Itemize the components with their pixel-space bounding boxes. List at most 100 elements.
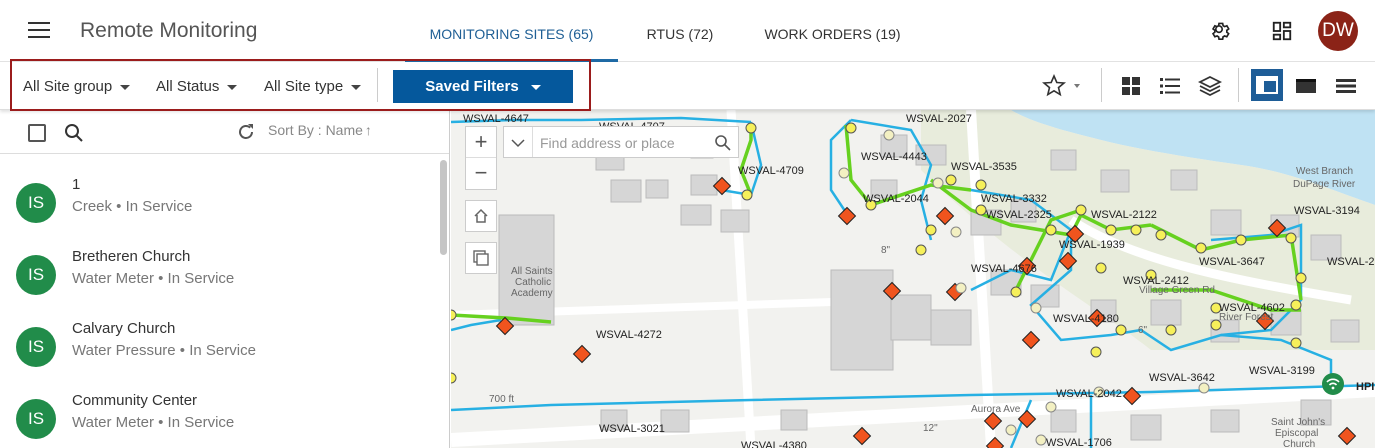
site-type-status: Creek • In Service xyxy=(72,198,193,215)
site-name: Community Center xyxy=(72,392,198,409)
list-item[interactable]: IS Bretheren Church Water Meter • In Ser… xyxy=(0,246,440,318)
svg-text:River Forest: River Forest xyxy=(1219,312,1274,323)
status-dropdown[interactable]: All Status xyxy=(156,78,238,95)
svg-text:Catholic: Catholic xyxy=(515,277,551,288)
site-type-label: All Site type xyxy=(264,78,344,95)
svg-text:WSVAL-2044: WSVAL-2044 xyxy=(863,193,929,205)
svg-text:WSVAL-3332: WSVAL-3332 xyxy=(981,193,1047,205)
user-avatar[interactable]: DW xyxy=(1318,11,1358,51)
layers-icon[interactable] xyxy=(1198,74,1222,98)
svg-text:WSVAL-2325: WSVAL-2325 xyxy=(986,209,1052,221)
search-icon[interactable] xyxy=(64,123,84,143)
site-status-avatar: IS xyxy=(16,399,56,439)
select-all-checkbox[interactable] xyxy=(28,124,46,142)
sort-by-label: Sort By : Name xyxy=(268,122,363,138)
site-group-label: All Site group xyxy=(23,78,113,95)
zoom-in-button[interactable]: + xyxy=(466,127,496,158)
list-item[interactable]: IS Community Center Water Meter • In Ser… xyxy=(0,390,440,448)
svg-text:WSVAL-3535: WSVAL-3535 xyxy=(951,161,1017,173)
sort-ascending-icon: ↑ xyxy=(364,122,372,138)
svg-text:Village Green Rd: Village Green Rd xyxy=(1139,285,1215,296)
grid-view-icon[interactable] xyxy=(1119,74,1143,98)
svg-text:Saint John's: Saint John's xyxy=(1271,417,1325,428)
split-view-icon xyxy=(1256,76,1278,94)
svg-text:WSVAL-4709: WSVAL-4709 xyxy=(738,165,804,177)
svg-text:WSVAL-4676: WSVAL-4676 xyxy=(971,263,1037,275)
svg-text:8": 8" xyxy=(881,245,891,256)
tab-monitoring-sites[interactable]: MONITORING SITES (65) xyxy=(405,0,618,62)
divider xyxy=(1238,68,1239,102)
saved-filters-button[interactable]: Saved Filters xyxy=(393,70,573,103)
site-type-status: Water Pressure • In Service xyxy=(72,342,256,359)
status-label: All Status xyxy=(156,78,220,95)
svg-text:WSVAL-2122: WSVAL-2122 xyxy=(1091,209,1157,221)
list-item[interactable]: IS Calvary Church Water Pressure • In Se… xyxy=(0,318,440,390)
svg-text:WSVAL-1939: WSVAL-1939 xyxy=(1059,239,1125,251)
map-canvas[interactable]: WSVAL-4647 WSVAL-4707 WSVAL-2027 WSVAL-4… xyxy=(451,110,1375,448)
svg-text:WSVAL-2042: WSVAL-2042 xyxy=(1056,388,1122,400)
svg-text:WSVAL-3194: WSVAL-3194 xyxy=(1294,205,1360,217)
chevron-down-icon xyxy=(530,84,541,90)
svg-text:WSVAL-2027: WSVAL-2027 xyxy=(906,113,972,125)
search-icon[interactable] xyxy=(714,134,732,152)
menu-icon[interactable] xyxy=(28,22,50,40)
site-type-dropdown[interactable]: All Site type xyxy=(264,78,362,95)
site-type-status: Water Meter • In Service xyxy=(72,414,235,431)
list-scrollbar[interactable] xyxy=(440,160,447,255)
svg-text:DuPage River: DuPage River xyxy=(1293,179,1356,190)
list-header: Sort By : Name ↑ xyxy=(0,110,449,154)
svg-text:WSVAL-4443: WSVAL-4443 xyxy=(861,151,927,163)
tab-rtus[interactable]: RTUS (72) xyxy=(635,0,725,62)
chevron-down-icon[interactable] xyxy=(510,135,526,151)
wifi-icon[interactable] xyxy=(1322,373,1344,395)
split-view-button[interactable] xyxy=(1251,69,1283,101)
svg-text:All Saints: All Saints xyxy=(511,266,553,277)
basemap-gallery-icon xyxy=(473,250,489,266)
map-view[interactable]: WSVAL-4647 WSVAL-4707 WSVAL-2027 WSVAL-4… xyxy=(451,110,1375,448)
svg-text:WSVAL-3021: WSVAL-3021 xyxy=(599,423,665,435)
svg-text:700 ft: 700 ft xyxy=(489,394,514,405)
site-name: 1 xyxy=(72,176,81,193)
site-type-status: Water Meter • In Service xyxy=(72,270,235,287)
saved-filters-label: Saved Filters xyxy=(425,78,519,95)
chevron-down-icon xyxy=(351,84,362,90)
top-bar: Remote Monitoring MONITORING SITES (65) … xyxy=(0,0,1375,62)
svg-text:Church: Church xyxy=(1283,439,1315,448)
table-view-icon[interactable] xyxy=(1334,74,1358,98)
list-item[interactable]: IS 1 Creek • In Service xyxy=(0,174,440,246)
home-icon xyxy=(474,208,488,223)
chevron-down-icon xyxy=(120,84,131,90)
site-group-dropdown[interactable]: All Site group xyxy=(23,78,131,95)
list-view-icon[interactable] xyxy=(1158,74,1182,98)
sort-by-control[interactable]: Sort By : Name ↑ xyxy=(268,122,372,138)
refresh-icon[interactable] xyxy=(236,122,256,142)
zoom-out-button[interactable]: − xyxy=(466,159,496,190)
svg-text:WSVAL-3642: WSVAL-3642 xyxy=(1149,372,1215,384)
favorites-star-icon[interactable] xyxy=(1042,74,1082,98)
site-name: Bretheren Church xyxy=(72,248,191,265)
svg-text:Academy: Academy xyxy=(511,288,553,299)
chevron-down-icon xyxy=(227,84,238,90)
site-name: Calvary Church xyxy=(72,320,176,337)
app-title: Remote Monitoring xyxy=(80,19,258,42)
tab-work-orders[interactable]: WORK ORDERS (19) xyxy=(760,0,905,62)
svg-text:WSVAL-1706: WSVAL-1706 xyxy=(1046,437,1112,448)
map-address-search-input[interactable] xyxy=(540,133,700,153)
settings-gear-icon[interactable] xyxy=(1208,20,1230,42)
home-button[interactable] xyxy=(465,200,497,232)
basemap-button[interactable] xyxy=(465,242,497,274)
zoom-control: + − xyxy=(465,126,497,190)
divider xyxy=(377,68,378,102)
map-search-box xyxy=(503,126,739,158)
filter-bar: All Site group All Status All Site type … xyxy=(0,59,1375,111)
svg-text:Aurora Ave: Aurora Ave xyxy=(971,404,1021,415)
svg-text:West Branch: West Branch xyxy=(1296,166,1353,177)
svg-text:12": 12" xyxy=(923,423,938,434)
map-view-icon[interactable] xyxy=(1294,74,1318,98)
divider xyxy=(1101,68,1102,102)
svg-text:WSVAL-27: WSVAL-27 xyxy=(1327,256,1375,268)
dashboard-icon[interactable] xyxy=(1271,20,1293,42)
svg-text:WSVAL-4180: WSVAL-4180 xyxy=(1053,313,1119,325)
site-status-avatar: IS xyxy=(16,183,56,223)
svg-text:WSVAL-3199: WSVAL-3199 xyxy=(1249,365,1315,377)
